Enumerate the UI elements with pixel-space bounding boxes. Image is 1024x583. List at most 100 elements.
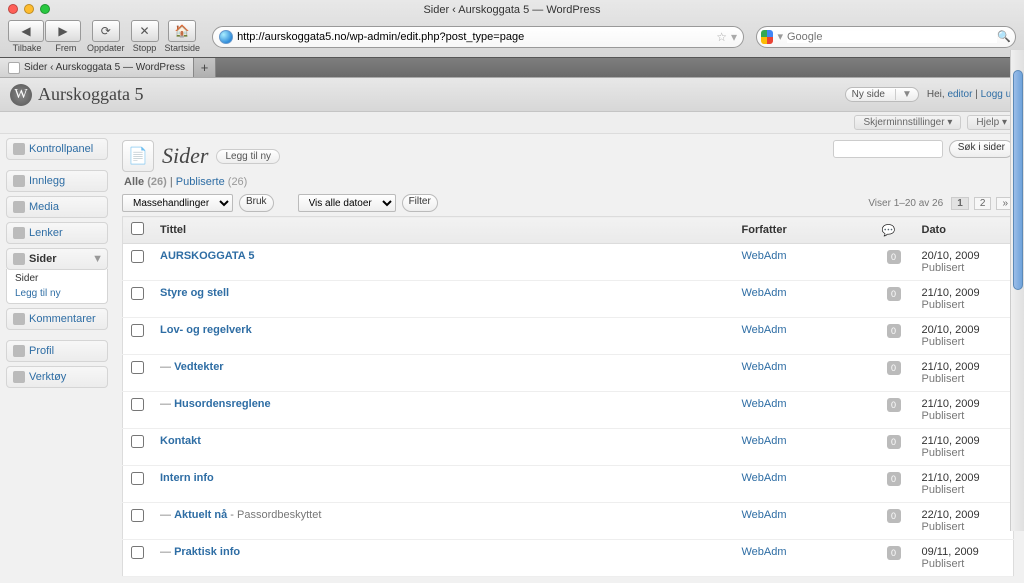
sidebar-item-profile[interactable]: Profil	[6, 340, 108, 362]
comment-count-badge[interactable]: 0	[887, 287, 901, 301]
page-link[interactable]: Aktuelt nå	[174, 509, 227, 521]
author-link[interactable]: WebAdm	[742, 398, 787, 410]
author-link[interactable]: WebAdm	[742, 472, 787, 484]
new-page-dropdown[interactable]: Ny side ▼	[845, 87, 919, 102]
reload-button[interactable]: ⟳	[92, 20, 120, 42]
stop-label: Stopp	[133, 43, 157, 53]
row-comments: 0	[874, 355, 914, 392]
help-toggle[interactable]: Hjelp ▾	[967, 115, 1016, 130]
row-title: — Husordensreglene	[152, 392, 734, 429]
comment-count-badge[interactable]: 0	[887, 324, 901, 338]
filter-button[interactable]: Filter	[402, 194, 438, 212]
page-link[interactable]: Styre og stell	[160, 287, 229, 299]
row-checkbox[interactable]	[131, 287, 144, 300]
row-checkbox[interactable]	[131, 435, 144, 448]
author-link[interactable]: WebAdm	[742, 250, 787, 262]
table-row: — VedtekterWebAdm021/10, 2009Publisert	[123, 355, 1014, 392]
page-link[interactable]: Intern info	[160, 472, 214, 484]
browser-tab[interactable]: Sider ‹ Aurskoggata 5 — WordPress	[0, 58, 194, 77]
row-checkbox[interactable]	[131, 472, 144, 485]
row-checkbox[interactable]	[131, 546, 144, 559]
author-link[interactable]: WebAdm	[742, 361, 787, 373]
new-tab-button[interactable]: +	[194, 58, 216, 77]
row-checkbox[interactable]	[131, 398, 144, 411]
sidebar-item-media[interactable]: Media	[6, 196, 108, 218]
author-link[interactable]: WebAdm	[742, 509, 787, 521]
user-link[interactable]: editor	[947, 89, 972, 100]
sidebar-sub-pages[interactable]: Sider	[7, 271, 107, 286]
close-window-icon[interactable]	[8, 4, 18, 14]
col-comments[interactable]: 💬	[874, 217, 914, 244]
search-icon[interactable]: 🔍	[997, 30, 1011, 43]
comment-count-badge[interactable]: 0	[887, 361, 901, 375]
col-title[interactable]: Tittel	[152, 217, 734, 244]
page-link[interactable]: AURSKOGGATA 5	[160, 250, 255, 262]
apply-button[interactable]: Bruk	[239, 194, 274, 212]
url-input[interactable]	[237, 31, 712, 43]
date-filter-select[interactable]: Vis alle datoer	[298, 194, 396, 212]
logout-link[interactable]: Logg ut	[981, 89, 1014, 100]
bookmark-star-icon[interactable]: ☆	[716, 30, 727, 44]
minimize-window-icon[interactable]	[24, 4, 34, 14]
page-link[interactable]: Husordensreglene	[174, 398, 271, 410]
home-button[interactable]: 🏠	[168, 20, 196, 42]
row-checkbox[interactable]	[131, 324, 144, 337]
author-link[interactable]: WebAdm	[742, 435, 787, 447]
comment-count-badge[interactable]: 0	[887, 472, 901, 486]
sidebar-item-dashboard[interactable]: Kontrollpanel	[6, 138, 108, 160]
page-link[interactable]: Praktisk info	[174, 546, 240, 558]
comment-count-badge[interactable]: 0	[887, 435, 901, 449]
scrollbar-track[interactable]	[1010, 50, 1024, 531]
row-comments: 0	[874, 244, 914, 281]
stop-button[interactable]: ✕	[131, 20, 159, 42]
comment-count-badge[interactable]: 0	[887, 546, 901, 560]
row-checkbox[interactable]	[131, 509, 144, 522]
col-author[interactable]: Forfatter	[734, 217, 874, 244]
row-title: Intern info	[152, 466, 734, 503]
filter-all[interactable]: Alle (26)	[124, 176, 167, 188]
page-link[interactable]: Kontakt	[160, 435, 201, 447]
sidebar-item-links[interactable]: Lenker	[6, 222, 108, 244]
author-link[interactable]: WebAdm	[742, 546, 787, 558]
pages-search-button[interactable]: Søk i sider	[949, 140, 1014, 158]
url-dropdown-icon[interactable]: ▾	[731, 30, 737, 44]
back-button[interactable]: ◀	[8, 20, 44, 42]
page-1[interactable]: 1	[951, 197, 969, 210]
sidebar-item-tools[interactable]: Verktøy	[6, 366, 108, 388]
row-checkbox[interactable]	[131, 361, 144, 374]
sidebar-item-posts[interactable]: Innlegg	[6, 170, 108, 192]
filter-published[interactable]: Publiserte (26)	[176, 176, 248, 188]
browser-search[interactable]: ▾ 🔍	[756, 26, 1016, 48]
table-row: — Aktuelt nå - PassordbeskyttetWebAdm022…	[123, 503, 1014, 540]
author-link[interactable]: WebAdm	[742, 287, 787, 299]
comment-count-badge[interactable]: 0	[887, 398, 901, 412]
screen-options-toggle[interactable]: Skjerminnstillinger ▾	[854, 115, 961, 130]
sidebar-pages-submenu: Sider Legg til ny	[6, 269, 108, 304]
comment-count-badge[interactable]: 0	[887, 250, 901, 264]
address-bar[interactable]: ☆ ▾	[212, 26, 744, 48]
col-date[interactable]: Dato	[914, 217, 1014, 244]
select-all-checkbox[interactable]	[131, 222, 144, 235]
comment-count-badge[interactable]: 0	[887, 509, 901, 523]
browser-search-input[interactable]	[787, 31, 997, 43]
pages-search-input[interactable]	[833, 140, 943, 158]
sidebar-item-pages[interactable]: Sider▼	[6, 248, 108, 270]
row-checkbox[interactable]	[131, 250, 144, 263]
chevron-down-icon[interactable]: ▼	[92, 253, 103, 265]
page-link[interactable]: Vedtekter	[174, 361, 224, 373]
sidebar-sub-newpage[interactable]: Legg til ny	[7, 286, 107, 301]
sidebar-item-comments[interactable]: Kommentarer	[6, 308, 108, 330]
zoom-window-icon[interactable]	[40, 4, 50, 14]
scrollbar-thumb[interactable]	[1013, 70, 1023, 290]
pages-hero-icon: 📄	[122, 140, 154, 172]
add-new-button[interactable]: Legg til ny	[216, 149, 280, 164]
pages-icon	[13, 253, 25, 265]
page-2[interactable]: 2	[974, 197, 992, 210]
wordpress-logo-icon[interactable]: W	[10, 84, 32, 106]
page-link[interactable]: Lov- og regelverk	[160, 324, 252, 336]
dropdown-icon[interactable]: ▼	[895, 89, 912, 100]
site-title[interactable]: Aurskoggata 5	[38, 84, 143, 105]
author-link[interactable]: WebAdm	[742, 324, 787, 336]
bulk-actions-select[interactable]: Massehandlinger	[122, 194, 233, 212]
forward-button[interactable]: ▶	[45, 20, 81, 42]
